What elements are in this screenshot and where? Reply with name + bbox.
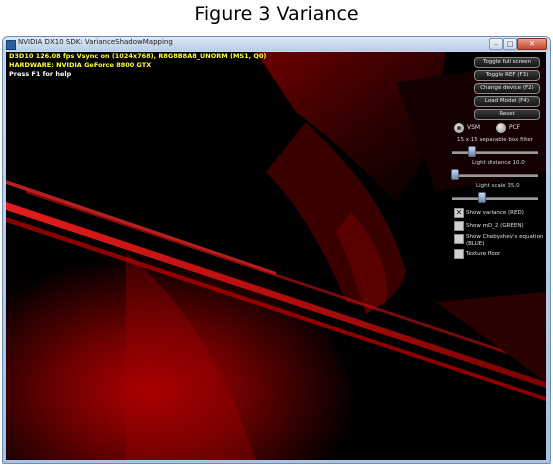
variance-shadow-scene	[6, 52, 546, 460]
light-scale-slider-thumb[interactable]	[478, 192, 486, 203]
reset-button[interactable]: Reset	[474, 109, 540, 120]
light-distance-label: Light distance 10.0	[472, 160, 525, 166]
filter-slider-label: 15 x 15 separable box filter	[457, 137, 533, 143]
show-chebyshev-label-line2: (BLUE)	[466, 241, 485, 247]
show-chebyshev-checkbox[interactable]	[454, 234, 464, 244]
show-md2-label: Show mD_2 (GREEN)	[466, 223, 524, 229]
load-model-button[interactable]: Load Model (F4)	[474, 96, 540, 107]
radio-pcf-label: PCF	[509, 124, 521, 131]
minimize-button[interactable]: –	[489, 38, 503, 50]
maximize-button[interactable]: □	[503, 38, 517, 50]
filter-slider-track[interactable]	[452, 151, 538, 154]
hud-hardware: HARDWARE: NVIDIA GeForce 8800 GTX	[9, 61, 152, 69]
app-window: NVIDIA DX10 SDK: VarianceShadowMapping –…	[2, 36, 551, 464]
hud-stats: D3D10 126.08 fps Vsync on (1024x768), R8…	[9, 52, 267, 60]
radio-vsm-label: VSM	[467, 124, 481, 131]
show-chebyshev-label: Show Chebyshev's equation	[466, 234, 544, 240]
light-distance-slider-track[interactable]	[452, 174, 538, 177]
show-md2-checkbox[interactable]	[454, 221, 464, 231]
hud-help: Press F1 for help	[9, 70, 72, 78]
toggle-ref-button[interactable]: Toggle REF (F3)	[474, 70, 540, 81]
texture-floor-checkbox[interactable]	[454, 249, 464, 259]
show-variance-checkbox[interactable]: ✕	[454, 208, 464, 218]
figure-caption: Figure 3 Variance	[194, 3, 359, 25]
filter-slider-thumb[interactable]	[468, 146, 476, 157]
radio-selected-dot	[457, 126, 461, 130]
window-title: NVIDIA DX10 SDK: VarianceShadowMapping	[18, 38, 173, 46]
change-device-button[interactable]: Change device (F2)	[474, 83, 540, 94]
light-scale-slider-track[interactable]	[452, 197, 538, 200]
close-button[interactable]: ✕	[517, 38, 547, 50]
light-distance-slider-thumb[interactable]	[451, 169, 459, 180]
radio-pcf[interactable]	[496, 123, 506, 133]
render-viewport[interactable]: D3D10 126.08 fps Vsync on (1024x768), R8…	[6, 52, 546, 460]
light-scale-label: Light scale 35.0	[476, 183, 520, 189]
radio-vsm[interactable]	[454, 123, 464, 133]
texture-floor-label: Texture floor	[466, 251, 501, 257]
show-variance-label: Show variance (RED)	[466, 210, 524, 216]
directx-app-icon	[6, 40, 16, 50]
window-titlebar[interactable]: NVIDIA DX10 SDK: VarianceShadowMapping –…	[3, 37, 550, 51]
toggle-full-screen-button[interactable]: Toggle full screen	[474, 57, 540, 68]
